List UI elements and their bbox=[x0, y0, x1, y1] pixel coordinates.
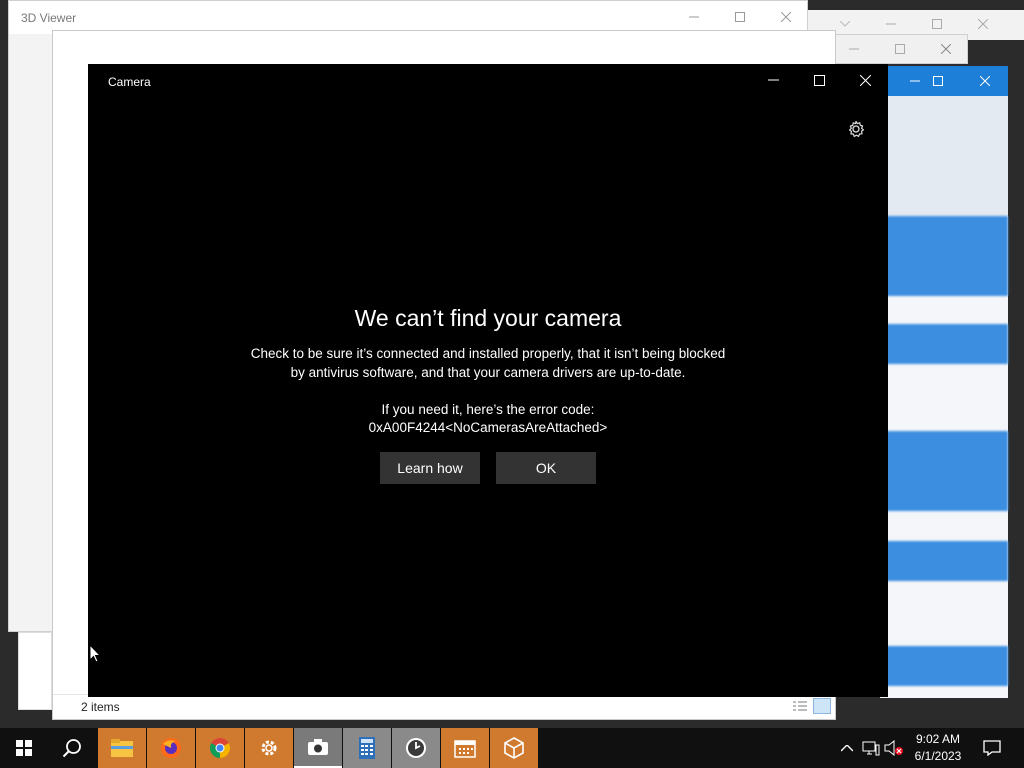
maximize-icon[interactable] bbox=[717, 1, 763, 33]
start-icon[interactable] bbox=[0, 728, 48, 768]
settings-icon[interactable] bbox=[245, 728, 293, 768]
network-icon[interactable] bbox=[861, 728, 881, 768]
notification-icon[interactable] bbox=[980, 728, 1004, 768]
alarms-icon[interactable] bbox=[392, 728, 440, 768]
ok-button[interactable]: OK bbox=[496, 452, 596, 484]
clock-time: 9:02 AM bbox=[915, 732, 961, 746]
camera-icon[interactable] bbox=[294, 728, 342, 768]
error-code: 0xA00F4244<NoCamerasAreAttached> bbox=[368, 420, 608, 435]
item-count: 2 items bbox=[81, 700, 120, 714]
clock-date: 6/1/2023 bbox=[914, 749, 962, 763]
error-description-line2: by antivirus software, and that your cam… bbox=[290, 365, 686, 380]
minimize-icon[interactable] bbox=[750, 64, 796, 96]
blurred-content bbox=[880, 541, 1008, 581]
chrome-icon[interactable] bbox=[196, 728, 244, 768]
blurred-content bbox=[880, 324, 1008, 364]
close-icon[interactable] bbox=[962, 65, 1008, 97]
details-view-icon[interactable] bbox=[793, 700, 807, 715]
error-title: We can’t find your camera bbox=[354, 305, 622, 331]
file-explorer-icon[interactable] bbox=[98, 728, 146, 768]
minimize-icon[interactable] bbox=[831, 33, 877, 65]
maximize-icon[interactable] bbox=[915, 65, 961, 97]
blurred-content bbox=[880, 431, 1008, 511]
background-window-c-titlebar[interactable] bbox=[880, 66, 1008, 96]
background-window-edge bbox=[18, 632, 52, 710]
3d-viewer-title: 3D Viewer bbox=[21, 11, 77, 25]
taskbar: 9:02 AM 6/1/2023 bbox=[0, 728, 1024, 768]
minimize-icon[interactable] bbox=[671, 1, 717, 33]
firefox-icon[interactable] bbox=[147, 728, 195, 768]
error-description-line1: Check to be sure it’s connected and inst… bbox=[250, 346, 726, 361]
error-code-label: If you need it, here’s the error code: bbox=[381, 402, 595, 417]
clock[interactable]: 9:02 AM 6/1/2023 bbox=[900, 731, 976, 765]
chevron-up-icon[interactable] bbox=[838, 728, 856, 768]
close-icon[interactable] bbox=[923, 33, 969, 65]
blurred-content bbox=[880, 646, 1008, 686]
close-icon[interactable] bbox=[842, 64, 888, 96]
blurred-content bbox=[880, 96, 1008, 216]
maximize-icon[interactable] bbox=[877, 33, 923, 65]
status-bar: 2 items bbox=[53, 694, 835, 719]
calculator-icon[interactable] bbox=[343, 728, 391, 768]
tiles-view-icon[interactable] bbox=[813, 698, 831, 714]
gear-icon[interactable] bbox=[846, 119, 866, 139]
camera-window[interactable]: Camera We can’t find your camera Check t… bbox=[88, 64, 888, 697]
learn-how-button[interactable]: Learn how bbox=[380, 452, 480, 484]
blurred-content bbox=[880, 216, 1008, 296]
close-icon[interactable] bbox=[763, 1, 809, 33]
background-window-c[interactable] bbox=[880, 66, 1008, 698]
search-icon[interactable] bbox=[48, 728, 96, 768]
mouse-cursor bbox=[89, 643, 102, 668]
camera-title: Camera bbox=[108, 75, 151, 89]
calendar-icon[interactable] bbox=[441, 728, 489, 768]
maximize-icon[interactable] bbox=[796, 64, 842, 96]
3d-viewer-icon[interactable] bbox=[490, 728, 538, 768]
